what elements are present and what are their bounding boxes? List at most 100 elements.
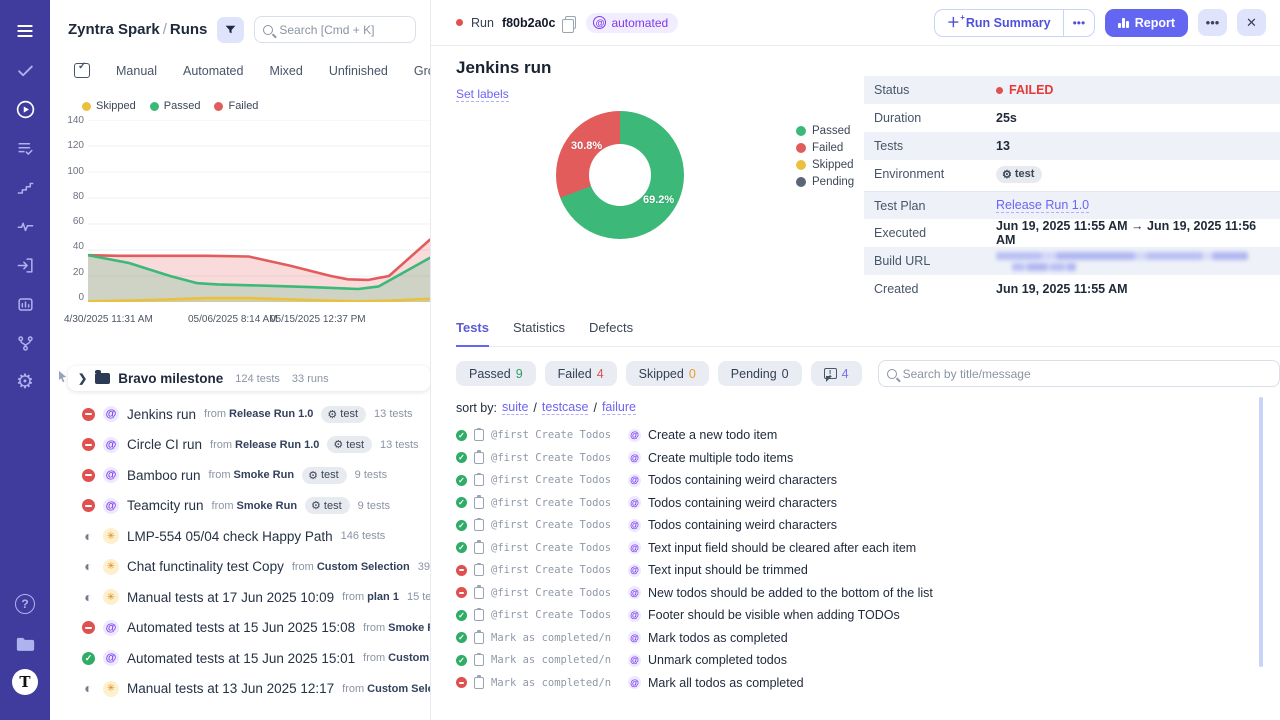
filter-comments[interactable]: !4 <box>811 361 862 386</box>
run-tests-count: 15 tests <box>407 591 430 603</box>
close-run-button[interactable]: ✕ <box>1237 9 1266 36</box>
run-title[interactable]: Automated tests at 15 Jun 2025 15:01 <box>127 651 355 666</box>
pulse-icon[interactable] <box>8 211 42 241</box>
run-row[interactable]: Circle CI run fromRelease Run 1.0 test 1… <box>56 430 430 461</box>
test-row[interactable]: Mark as completed/n...Unmark completed t… <box>456 649 1280 672</box>
test-title[interactable]: Mark todos as completed <box>648 631 788 645</box>
tab-unfinished[interactable]: Unfinished <box>329 64 388 78</box>
test-title[interactable]: Todos containing weird characters <box>648 496 837 510</box>
sort-by-testcase[interactable]: testcase <box>542 400 589 415</box>
run-row[interactable]: LMP-554 05/04 check Happy Path from 146 … <box>56 521 430 552</box>
test-title[interactable]: Todos containing weird characters <box>648 518 837 532</box>
test-plan-link[interactable]: Release Run 1.0 <box>996 198 1089 213</box>
run-title[interactable]: Manual tests at 17 Jun 2025 10:09 <box>127 590 334 605</box>
runs-play-icon[interactable] <box>8 94 42 124</box>
app-logo[interactable]: T <box>8 667 42 697</box>
skipped-dot-icon <box>82 102 91 111</box>
import-icon[interactable] <box>8 250 42 280</box>
filter-skipped[interactable]: Skipped0 <box>626 361 709 386</box>
run-type-icon <box>103 467 119 483</box>
test-title[interactable]: Text input field should be cleared after… <box>648 541 916 555</box>
branch-icon[interactable] <box>8 328 42 358</box>
run-title[interactable]: Jenkins run <box>127 407 196 422</box>
tests-search-input[interactable] <box>903 367 1271 381</box>
run-title[interactable]: Chat functinality test Copy <box>127 559 284 574</box>
test-row[interactable]: Mark as completed/n...Mark todos as comp… <box>456 627 1280 650</box>
test-row[interactable]: @first Create Todos...Create multiple to… <box>456 447 1280 470</box>
run-row[interactable]: Manual tests at 13 Jun 2025 12:17 fromCu… <box>56 674 430 705</box>
tab-manual[interactable]: Manual <box>116 64 157 78</box>
x-tick-2: 05/06/2025 8:14 AM <box>188 314 278 325</box>
chevron-right-icon[interactable]: ❯ <box>78 372 87 385</box>
menu-icon[interactable] <box>8 16 42 46</box>
run-row[interactable]: Automated tests at 15 Jun 2025 15:01 fro… <box>56 643 430 674</box>
run-title[interactable]: Bamboo run <box>127 468 201 483</box>
run-row[interactable]: Manual tests at 17 Jun 2025 10:09 frompl… <box>56 582 430 613</box>
run-title[interactable]: LMP-554 05/04 check Happy Path <box>127 529 333 544</box>
search-icon <box>887 369 897 379</box>
more-options-button[interactable]: ••• <box>1198 9 1227 36</box>
run-title[interactable]: Teamcity run <box>127 498 204 513</box>
tab-statistics[interactable]: Statistics <box>513 320 565 346</box>
run-row[interactable]: Automated tests at 15 Jun 2025 15:08 fro… <box>56 613 430 644</box>
run-title[interactable]: Circle CI run <box>127 437 202 452</box>
test-row[interactable]: @first Create Todos...Create a new todo … <box>456 424 1280 447</box>
test-title[interactable]: Todos containing weird characters <box>648 473 837 487</box>
test-title[interactable]: Footer should be visible when adding TOD… <box>648 608 900 622</box>
breadcrumb-project[interactable]: Zyntra Spark <box>68 21 160 38</box>
tab-tests[interactable]: Tests <box>456 320 489 347</box>
tab-automated[interactable]: Automated <box>183 64 243 78</box>
report-button[interactable]: Report <box>1105 9 1188 37</box>
tab-mixed[interactable]: Mixed <box>269 64 302 78</box>
tests-check-icon[interactable] <box>8 55 42 85</box>
test-row[interactable]: Mark as completed/n... Mark all todos as … <box>456 672 1280 695</box>
set-labels-link[interactable]: Set labels <box>456 87 509 102</box>
test-title[interactable]: Unmark completed todos <box>648 653 787 667</box>
test-row[interactable]: @first Create Todos...Text input field s… <box>456 537 1280 560</box>
test-title[interactable]: Create a new todo item <box>648 428 777 442</box>
test-title[interactable]: New todos should be added to the bottom … <box>648 586 933 600</box>
folder-icon[interactable] <box>8 628 42 658</box>
test-row[interactable]: @first Create Todos...Text input should … <box>456 559 1280 582</box>
test-row[interactable]: @first Create Todos...Footer should be v… <box>456 604 1280 627</box>
milestone-row[interactable]: ❯ Bravo milestone 124 tests 33 runs <box>68 366 430 391</box>
tests-scrollbar[interactable] <box>1259 397 1263 667</box>
help-icon[interactable]: ? <box>8 589 42 619</box>
filter-pending[interactable]: Pending0 <box>718 361 802 386</box>
settings-gear-icon[interactable]: ⚙ <box>8 367 42 397</box>
runs-filter-tabs: Manual Automated Mixed Unfinished Groups <box>50 53 430 90</box>
sort-by-failure[interactable]: failure <box>602 400 636 415</box>
test-row[interactable]: @first Create Todos...Todos containing w… <box>456 514 1280 537</box>
run-row[interactable]: Jenkins run fromRelease Run 1.0 test 13 … <box>56 399 430 430</box>
run-summary-button[interactable]: ＋+Run Summary <box>935 10 1063 36</box>
select-all-icon[interactable] <box>74 63 90 78</box>
test-row[interactable]: @first Create Todos...Todos containing w… <box>456 469 1280 492</box>
test-suite: Mark as completed/n... <box>491 677 613 689</box>
run-summary-more-button[interactable]: ••• <box>1063 10 1095 36</box>
steps-icon[interactable] <box>8 172 42 202</box>
tab-groups[interactable]: Groups <box>414 64 430 78</box>
run-row[interactable]: Bamboo run fromSmoke Run test 9 tests <box>56 460 430 491</box>
run-row[interactable]: Teamcity run fromSmoke Run test 9 tests <box>56 491 430 522</box>
run-row[interactable]: Chat functinality test Copy fromCustom S… <box>56 552 430 583</box>
filter-button[interactable] <box>217 17 244 43</box>
test-title[interactable]: Text input should be trimmed <box>648 563 808 577</box>
clipboard-icon <box>474 654 484 666</box>
list-check-icon[interactable] <box>8 133 42 163</box>
tab-defects[interactable]: Defects <box>589 320 633 346</box>
milestone-name[interactable]: Bravo milestone <box>118 371 223 386</box>
analytics-icon[interactable] <box>8 289 42 319</box>
run-title[interactable]: Automated tests at 15 Jun 2025 15:08 <box>127 620 355 635</box>
test-status-icon <box>456 587 467 598</box>
test-row[interactable]: @first Create Todos...Todos containing w… <box>456 492 1280 515</box>
copy-icon[interactable] <box>565 16 576 29</box>
test-title[interactable]: Mark all todos as completed <box>648 676 804 690</box>
test-row[interactable]: @first Create Todos...New todos should b… <box>456 582 1280 605</box>
filter-passed[interactable]: Passed9 <box>456 361 536 386</box>
test-title[interactable]: Create multiple todo items <box>648 451 793 465</box>
sort-by-suite[interactable]: suite <box>502 400 528 415</box>
automated-test-icon <box>628 654 641 667</box>
run-title[interactable]: Manual tests at 13 Jun 2025 12:17 <box>127 681 334 696</box>
runs-search-input[interactable] <box>279 23 407 37</box>
filter-failed[interactable]: Failed4 <box>545 361 617 386</box>
